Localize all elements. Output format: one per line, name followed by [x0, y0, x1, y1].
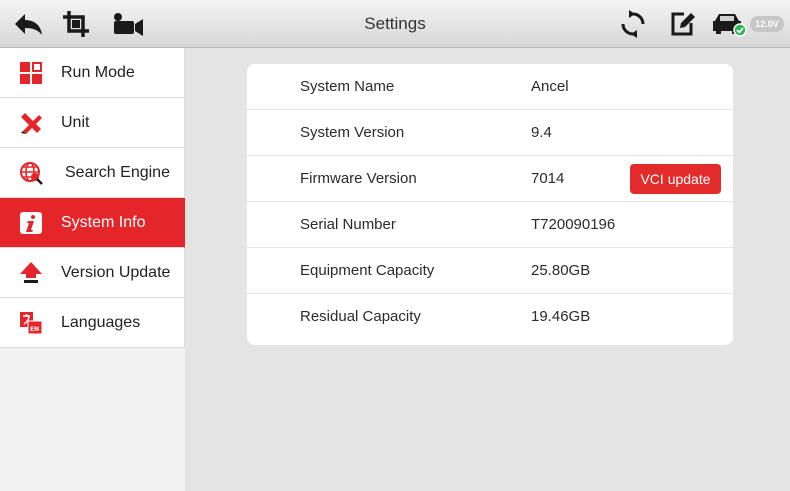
top-bar: Settings 12.0V: [0, 0, 790, 48]
info-value: Ancel: [531, 78, 569, 95]
screenshot-crop-icon[interactable]: [58, 0, 94, 47]
unit-ruler-pencil-icon: [21, 113, 42, 134]
info-row-firmware-version: Firmware Version 7014 VCI update: [247, 156, 733, 202]
info-row-equipment-capacity: Equipment Capacity 25.80GB: [247, 248, 733, 294]
sidebar-item-label: System Info: [61, 213, 146, 231]
settings-sidebar: Run Mode Unit Search Engine System Info: [0, 48, 185, 491]
info-row-system-name: System Name Ancel: [247, 64, 733, 110]
sidebar-item-label: Version Update: [61, 263, 171, 281]
info-label: Equipment Capacity: [300, 262, 435, 279]
info-value: 9.4: [531, 124, 552, 141]
voltage-badge: 12.0V: [750, 16, 784, 32]
sidebar-item-system-info[interactable]: System Info: [0, 198, 185, 248]
sidebar-item-label: Run Mode: [61, 63, 135, 81]
sidebar-item-label: Unit: [61, 113, 90, 131]
search-globe-icon: [20, 162, 43, 185]
info-label: Firmware Version: [300, 170, 417, 187]
run-mode-icon: [20, 62, 42, 84]
info-row-system-version: System Version 9.4: [247, 110, 733, 156]
sidebar-item-label: Search Engine: [65, 163, 170, 181]
info-value: 19.46GB: [531, 308, 591, 325]
info-label: Serial Number: [300, 216, 396, 233]
info-row-residual-capacity: Residual Capacity 19.46GB: [247, 294, 733, 340]
info-value: T720090196: [531, 216, 616, 233]
info-label: System Version: [300, 124, 405, 141]
sidebar-item-label: Languages: [61, 313, 141, 331]
sidebar-item-run-mode[interactable]: Run Mode: [0, 48, 185, 98]
refresh-icon[interactable]: [616, 0, 650, 47]
info-icon: [20, 212, 42, 234]
info-value: 7014: [531, 170, 565, 187]
svg-text:EN: EN: [30, 326, 39, 333]
edit-note-icon[interactable]: [666, 0, 700, 47]
info-row-serial-number: Serial Number T720090196: [247, 202, 733, 248]
sidebar-item-search-engine[interactable]: Search Engine: [0, 148, 185, 198]
language-translate-icon: EN: [20, 312, 43, 335]
sidebar-item-languages[interactable]: EN Languages: [0, 298, 185, 348]
info-label: System Name: [300, 78, 395, 95]
vci-update-button[interactable]: VCI update: [630, 164, 721, 194]
info-label: Residual Capacity: [300, 308, 421, 325]
vehicle-connected-icon[interactable]: [710, 0, 748, 47]
sidebar-item-unit[interactable]: Unit: [0, 98, 185, 148]
info-value: 25.80GB: [531, 262, 591, 279]
video-record-icon[interactable]: [110, 0, 146, 47]
system-info-card: System Name Ancel System Version 9.4 Fir…: [247, 64, 733, 345]
upload-arrow-icon: [20, 262, 42, 283]
sidebar-item-version-update[interactable]: Version Update: [0, 248, 185, 298]
back-arrow-icon[interactable]: [10, 0, 46, 47]
